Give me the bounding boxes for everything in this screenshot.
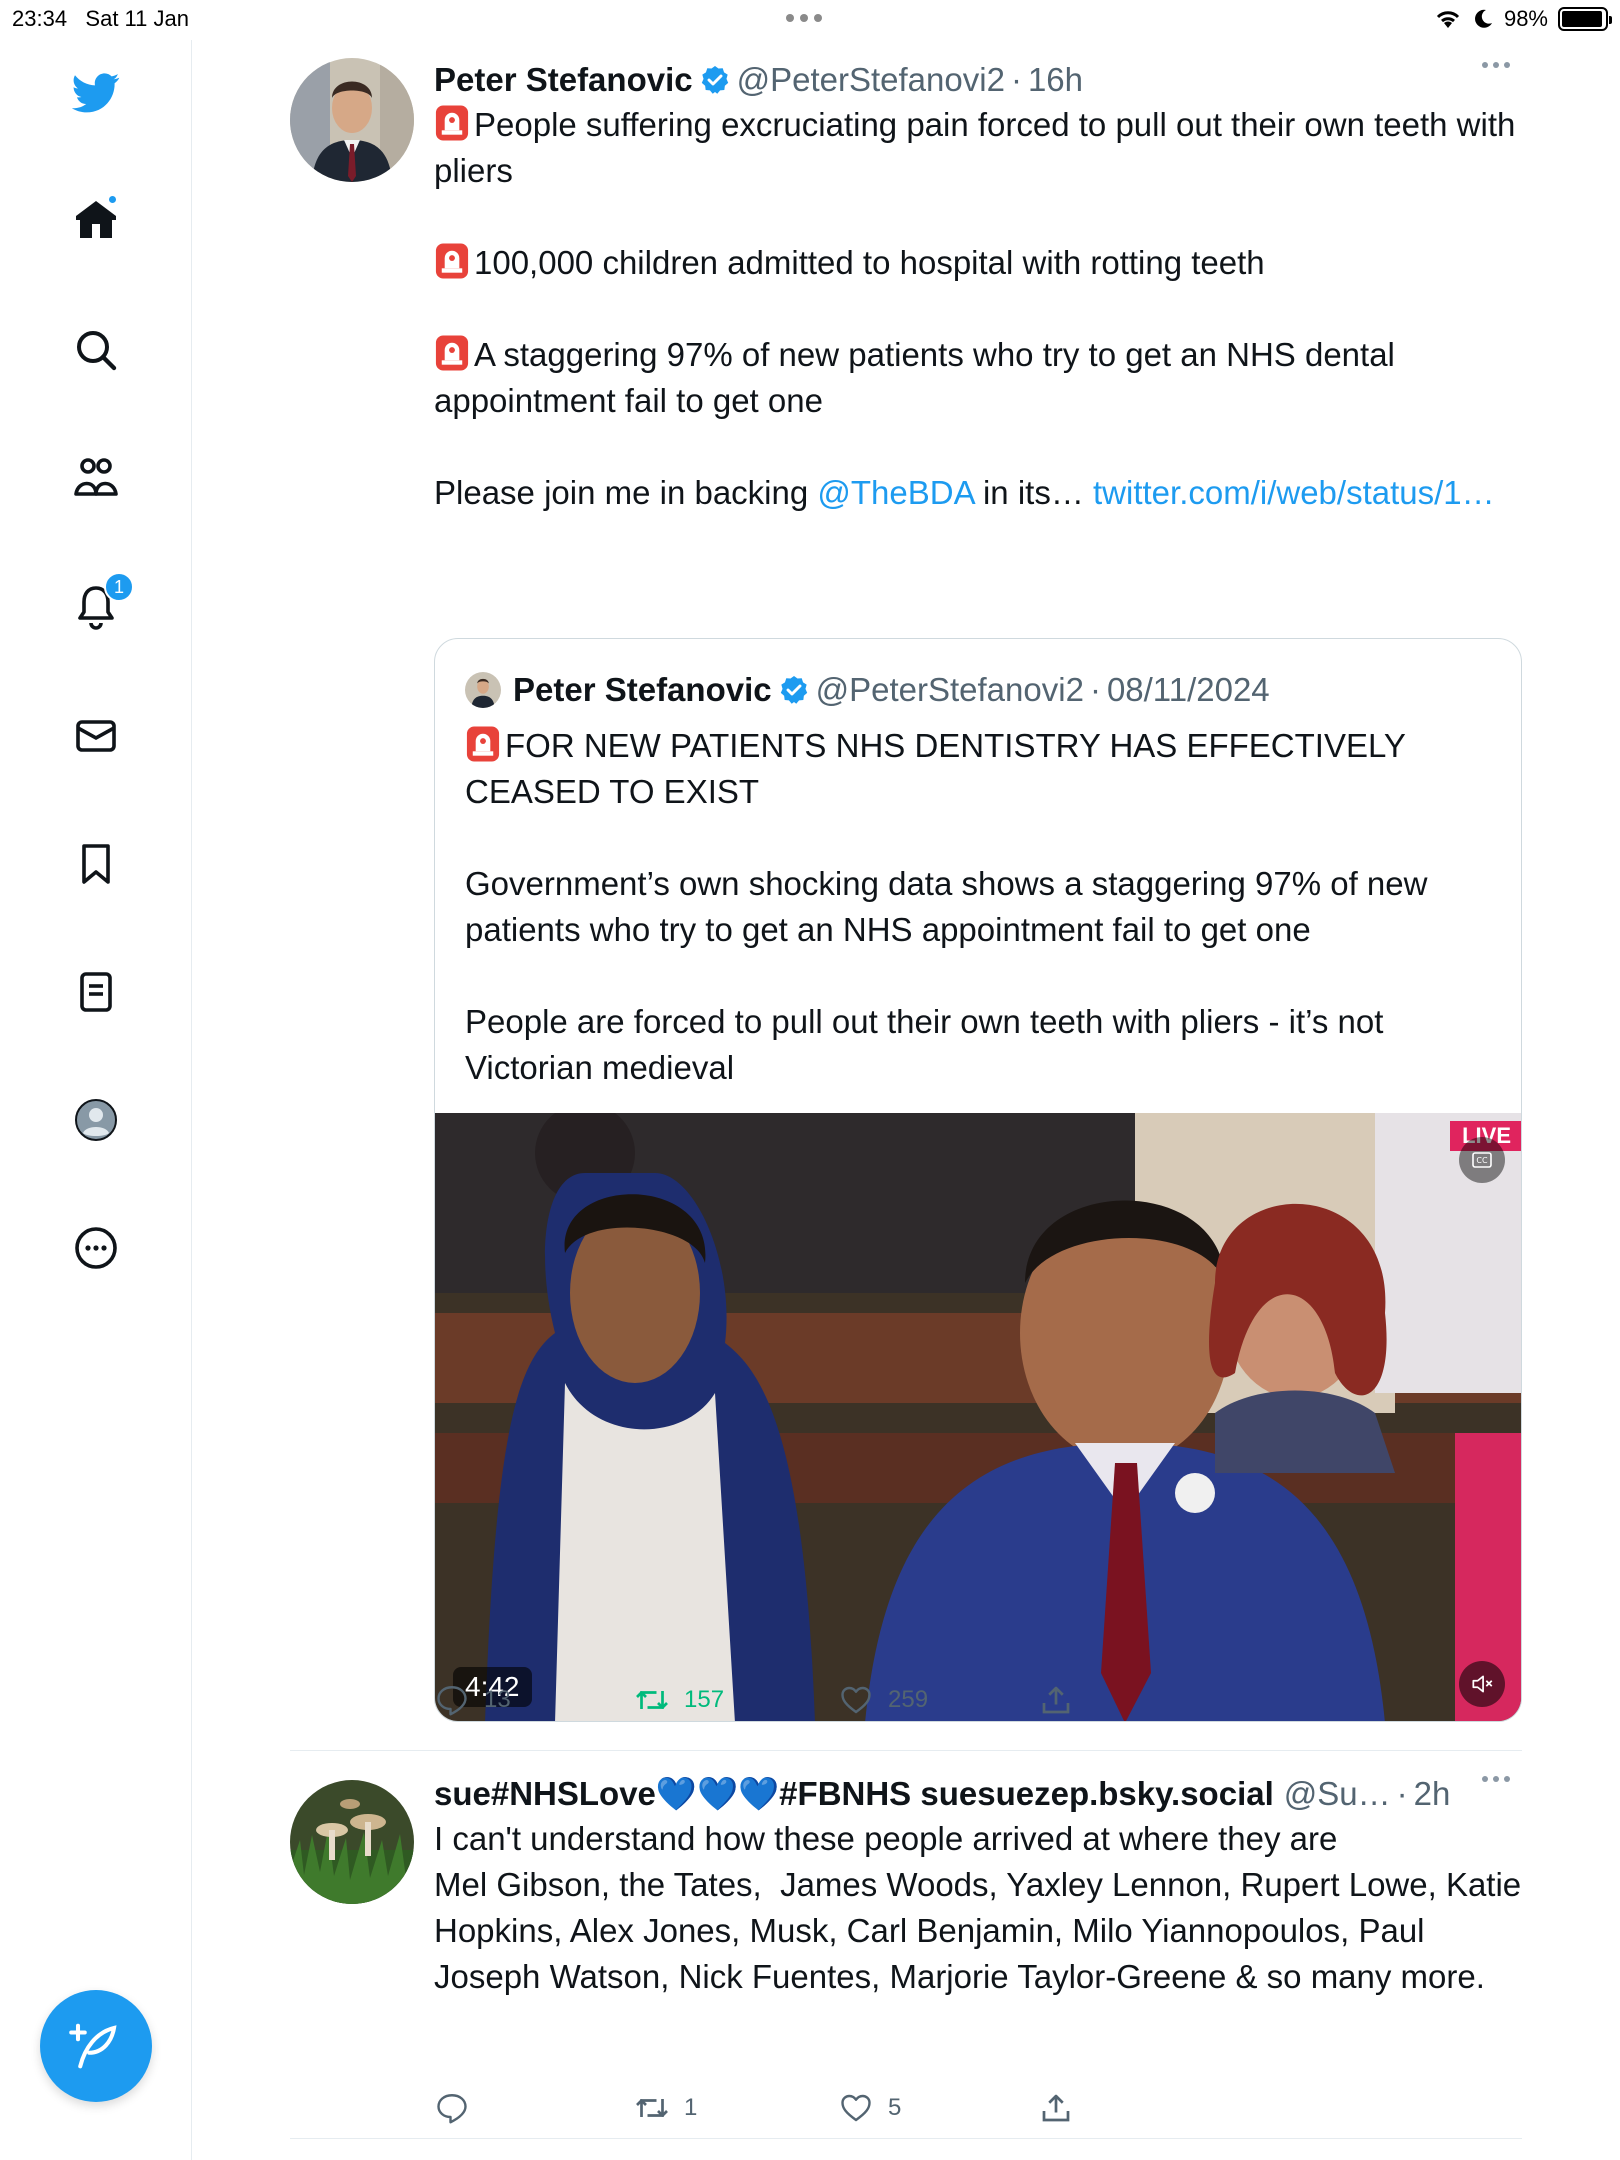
battery-percent: 98% xyxy=(1503,6,1548,31)
tweet-divider xyxy=(290,2138,1522,2139)
siren-emoji-icon xyxy=(435,335,469,371)
tweet-actions: 1 5 xyxy=(434,2088,1088,2128)
compose-tweet-button[interactable] xyxy=(40,1990,152,2102)
tweet-body: sue#NHSLove💙💙💙#FBNHS suesuezep.bsky.soci… xyxy=(434,1772,1522,2000)
tweet-divider xyxy=(290,1750,1522,1751)
tweet-peter-stefanovic[interactable]: Peter Stefanovic @PeterStefanovi2 · 16h … xyxy=(290,58,1522,1748)
quoted-author-handle: @PeterStefanovi2 xyxy=(815,671,1084,708)
tweet-url-link[interactable]: twitter.com/i/web/status/1… xyxy=(1093,474,1495,511)
tweet-sue[interactable]: sue#NHSLove💙💙💙#FBNHS suesuezep.bsky.soci… xyxy=(290,1772,1522,2132)
avatar[interactable] xyxy=(290,1780,414,1904)
svg-text:CC: CC xyxy=(1476,1156,1488,1165)
bookmark-icon[interactable] xyxy=(66,834,126,894)
home-icon[interactable] xyxy=(66,190,126,250)
mention-link[interactable]: @TheBDA xyxy=(817,474,973,511)
wifi-icon xyxy=(1436,11,1460,28)
twitter-bird-icon[interactable] xyxy=(66,62,126,122)
heart-icon xyxy=(841,1686,871,1714)
verified-badge-icon xyxy=(780,676,807,704)
profile-icon[interactable] xyxy=(66,1090,126,1150)
search-icon[interactable] xyxy=(66,320,126,380)
separator-dot: · xyxy=(1396,1775,1408,1812)
status-time: 23:34 Sat 11 Jan xyxy=(12,6,189,31)
communities-icon[interactable] xyxy=(66,448,126,508)
siren-emoji-icon xyxy=(435,105,469,141)
sidebar: 1 xyxy=(0,40,192,2160)
video-player[interactable]: LIVE CC 4:42 xyxy=(435,1113,1521,1721)
lists-icon[interactable] xyxy=(66,962,126,1022)
like-button[interactable]: 5 xyxy=(838,2090,1038,2126)
siren-emoji-icon xyxy=(466,726,500,762)
reply-icon xyxy=(437,2094,467,2124)
notifications-bell-icon[interactable]: 1 xyxy=(66,572,134,636)
status-right: 98% xyxy=(1434,6,1612,32)
more-options-icon[interactable] xyxy=(1482,1776,1522,1782)
retweet-icon xyxy=(636,2099,668,2117)
tweet-header: sue#NHSLove💙💙💙#FBNHS suesuezep.bsky.soci… xyxy=(434,1772,1522,1816)
status-bar: 23:34 Sat 11 Jan 98% xyxy=(0,0,1620,40)
siren-emoji-icon xyxy=(435,243,469,279)
reply-button[interactable] xyxy=(434,2090,634,2126)
share-icon xyxy=(1042,2094,1070,2122)
quoted-author-name: Peter Stefanovic xyxy=(513,671,772,708)
mute-icon[interactable] xyxy=(1459,1661,1505,1707)
quoted-avatar xyxy=(465,672,501,708)
quoted-tweet-text: FOR NEW PATIENTS NHS DENTISTRY HAS EFFEC… xyxy=(465,726,1437,1086)
separator-dot: · xyxy=(1010,61,1022,98)
tweet-time[interactable]: 16h xyxy=(1028,61,1083,99)
verified-badge-icon xyxy=(701,66,728,94)
tweet-text: I can't understand how these people arri… xyxy=(434,1820,1522,1995)
notifications-badge: 1 xyxy=(104,572,134,602)
home-new-dot xyxy=(107,194,118,205)
tweet-header: Peter Stefanovic @PeterStefanovi2 · 16h xyxy=(434,58,1522,102)
video-thumbnail xyxy=(435,1113,1521,1721)
more-options-icon[interactable] xyxy=(1482,62,1522,68)
retweet-button[interactable]: 157 xyxy=(634,1682,838,1718)
closed-captions-icon[interactable]: CC xyxy=(1459,1137,1505,1183)
moon-icon xyxy=(1475,9,1492,28)
avatar[interactable] xyxy=(290,58,414,182)
share-button[interactable] xyxy=(1038,2090,1088,2126)
reply-button[interactable]: 13 xyxy=(434,1682,634,1718)
author-name[interactable]: sue#NHSLove💙💙💙#FBNHS suesuezep.bsky.soci… xyxy=(434,1775,1274,1814)
reply-icon xyxy=(437,1686,467,1716)
battery-icon xyxy=(1558,7,1612,31)
tweet-text: People suffering excruciating pain force… xyxy=(434,105,1525,511)
author-handle[interactable]: @PeterStefanovi2 xyxy=(737,61,1005,99)
compose-feather-icon xyxy=(69,2023,117,2069)
messages-envelope-icon[interactable] xyxy=(66,706,126,766)
tweet-time[interactable]: 2h xyxy=(1414,1775,1451,1813)
more-circle-icon[interactable] xyxy=(66,1218,126,1278)
share-icon xyxy=(1042,1686,1070,1714)
tweet-body: Peter Stefanovic @PeterStefanovi2 · 16h … xyxy=(434,58,1522,516)
retweet-button[interactable]: 1 xyxy=(634,2090,838,2126)
like-button[interactable]: 259 xyxy=(838,1682,1038,1718)
author-name[interactable]: Peter Stefanovic xyxy=(434,61,693,99)
author-handle[interactable]: @Su… xyxy=(1284,1775,1391,1813)
quoted-tweet-header: Peter Stefanovic @PeterStefanovi2 · 08/1… xyxy=(465,671,1270,709)
share-button[interactable] xyxy=(1038,1682,1088,1718)
quoted-tweet-date: 08/11/2024 xyxy=(1106,671,1270,708)
separator-dot: · xyxy=(1089,671,1101,708)
heart-icon xyxy=(841,2094,871,2122)
multitasking-dots[interactable] xyxy=(786,14,822,22)
quoted-tweet[interactable]: Peter Stefanovic @PeterStefanovi2 · 08/1… xyxy=(434,638,1522,1722)
tweet-actions: 13 157 259 xyxy=(434,1680,1088,1720)
retweet-icon xyxy=(636,1691,668,1709)
